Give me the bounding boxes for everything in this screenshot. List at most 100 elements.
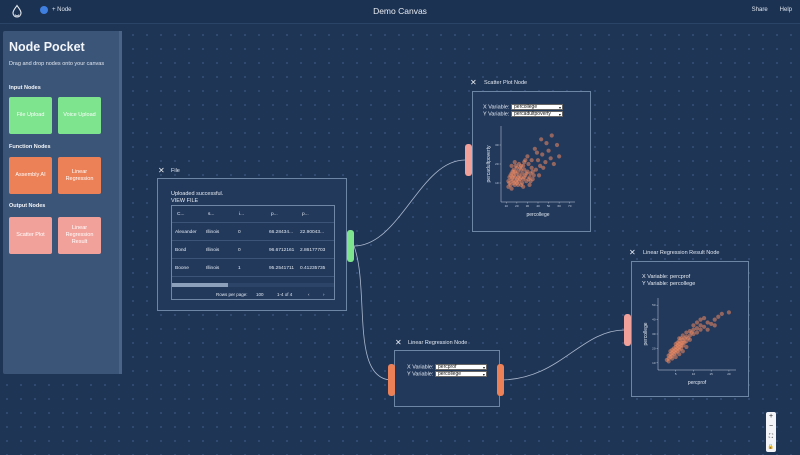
x-variable-select[interactable]: percprof ▾ <box>435 364 488 370</box>
result-node-close-icon[interactable]: ✕ <box>629 249 636 257</box>
rows-per-page-label: Rows per page: <box>216 292 248 297</box>
result-x-variable-text: X Variable: percprof <box>642 274 691 280</box>
table-cell: 0 <box>238 230 241 235</box>
zoom-in-button[interactable]: + <box>766 412 776 422</box>
x-tick-label: 10 <box>692 372 696 376</box>
scatter-node-close-icon[interactable]: ✕ <box>470 79 477 87</box>
data-point <box>521 184 526 189</box>
regression-node-close-icon[interactable]: ✕ <box>395 339 402 347</box>
data-point <box>512 169 517 174</box>
table-cell: Illinois <box>206 266 220 271</box>
y-tick-label: 40 <box>652 318 656 322</box>
data-point <box>701 324 707 329</box>
table-cell: Illinois <box>206 230 220 235</box>
data-point <box>540 152 545 157</box>
data-point <box>506 179 511 184</box>
x-axis-label: percollege <box>526 212 549 218</box>
table-cell: Illinois <box>206 248 220 253</box>
file-node[interactable]: Uploaded successful. VIEW FILE C... s...… <box>157 178 347 311</box>
x-tick-label: 5 <box>675 372 677 376</box>
data-point <box>518 163 524 168</box>
y-tick-label: 20 <box>652 346 656 350</box>
data-point <box>694 320 700 325</box>
file-node-close-icon[interactable]: ✕ <box>158 167 165 175</box>
table-horizontal-scrollbar[interactable] <box>172 283 334 287</box>
data-point <box>522 160 527 165</box>
data-point <box>518 167 524 172</box>
data-point <box>533 167 538 172</box>
data-point <box>719 311 724 316</box>
column-header[interactable]: i... <box>239 212 244 217</box>
x-variable-select[interactable]: percollege ▾ <box>511 104 564 110</box>
data-point <box>549 133 554 138</box>
table-cell: Bond <box>175 248 187 253</box>
regression-node-input-handle[interactable] <box>388 364 395 396</box>
data-point <box>666 359 671 364</box>
file-node-output-handle[interactable] <box>347 230 354 262</box>
data-point <box>510 175 515 180</box>
edge-file-to-regression <box>353 245 393 381</box>
file-node-title: File <box>171 168 180 174</box>
edge-regression-to-result <box>499 329 626 381</box>
data-point <box>712 323 717 328</box>
scatter-plot-node[interactable]: X Variable: percollege ▾ Y Variable: perc… <box>472 91 591 232</box>
column-header[interactable]: p... <box>271 212 278 217</box>
data-point <box>532 146 537 151</box>
data-point <box>691 323 696 328</box>
table-row[interactable]: Boone Illinois 1 95.2541711 0.41235735 <box>172 260 334 277</box>
zoom-out-button[interactable]: − <box>766 422 776 432</box>
data-point <box>509 186 514 191</box>
x-tick-label: 20 <box>515 204 519 208</box>
table-scrollbar-thumb[interactable] <box>172 283 228 287</box>
regression-node-output-handle[interactable] <box>497 364 504 396</box>
data-point <box>698 327 703 332</box>
scatter-plot-chart: 10 20 30 40 50 60 70 10 20 30 percollege percadultp… <box>486 126 575 218</box>
x-tick-label: 30 <box>526 204 530 208</box>
y-variable-value: percadultpoverty <box>513 111 551 117</box>
y-tick-label: 20 <box>495 162 499 166</box>
linear-regression-node[interactable]: X Variable: percprof ▾ Y Variable: percol… <box>394 350 500 407</box>
x-tick-label: 40 <box>536 204 540 208</box>
column-header[interactable]: p... <box>302 212 309 217</box>
linear-regression-result-node[interactable]: X Variable: percprof Y Variable: percoll… <box>631 261 749 397</box>
view-file-link[interactable]: VIEW FILE <box>171 198 198 204</box>
y-variable-label: Y Variable: <box>483 111 510 118</box>
column-header[interactable]: s... <box>208 212 214 217</box>
prev-page-icon[interactable]: ‹ <box>308 292 310 297</box>
data-point <box>544 141 549 146</box>
data-point <box>687 337 693 342</box>
table-row[interactable]: Alexander Illinois 0 66.28434... 22.9004… <box>172 224 334 241</box>
data-point <box>536 173 542 178</box>
data-point <box>520 180 525 186</box>
table-cell: 96.6712161 <box>269 248 295 253</box>
y-variable-select[interactable]: percollege ▾ <box>434 371 487 377</box>
column-header[interactable]: C... <box>177 212 184 217</box>
data-point <box>527 182 532 187</box>
x-variable-label: X Variable: <box>483 104 510 111</box>
data-point <box>677 352 682 357</box>
rows-per-page-select[interactable]: 100 <box>256 292 264 297</box>
data-point <box>701 316 707 321</box>
data-point <box>531 173 536 178</box>
data-point <box>557 154 562 159</box>
table-cell: 1 <box>238 266 241 271</box>
y-variable-label: Y Variable: <box>407 371 434 378</box>
y-variable-select[interactable]: percadultpoverty ▾ <box>510 111 563 117</box>
fit-view-button[interactable]: ⛶ <box>766 432 776 442</box>
table-cell: Alexander <box>175 230 197 235</box>
scatter-y-variable-row: Y Variable: percadultpoverty ▾ <box>483 111 563 117</box>
scatter-node-input-handle[interactable] <box>465 144 472 176</box>
chevron-down-icon: ▾ <box>558 112 561 117</box>
regression-result-chart: 5 10 15 20 10 20 30 40 50 percprof percollege <box>643 298 736 386</box>
data-point <box>548 156 553 161</box>
data-point <box>684 344 689 350</box>
data-point <box>668 349 673 354</box>
table-cell: 2.86177703 <box>300 248 326 253</box>
data-point <box>554 142 560 148</box>
result-node-input-handle[interactable] <box>624 314 631 346</box>
lock-icon[interactable]: 🔒 <box>766 442 776 452</box>
table-row[interactable]: Bond Illinois 0 96.6712161 2.86177703 <box>172 242 334 259</box>
next-page-icon[interactable]: › <box>323 292 325 297</box>
table-cell: 0 <box>238 248 241 253</box>
data-point <box>726 310 732 315</box>
